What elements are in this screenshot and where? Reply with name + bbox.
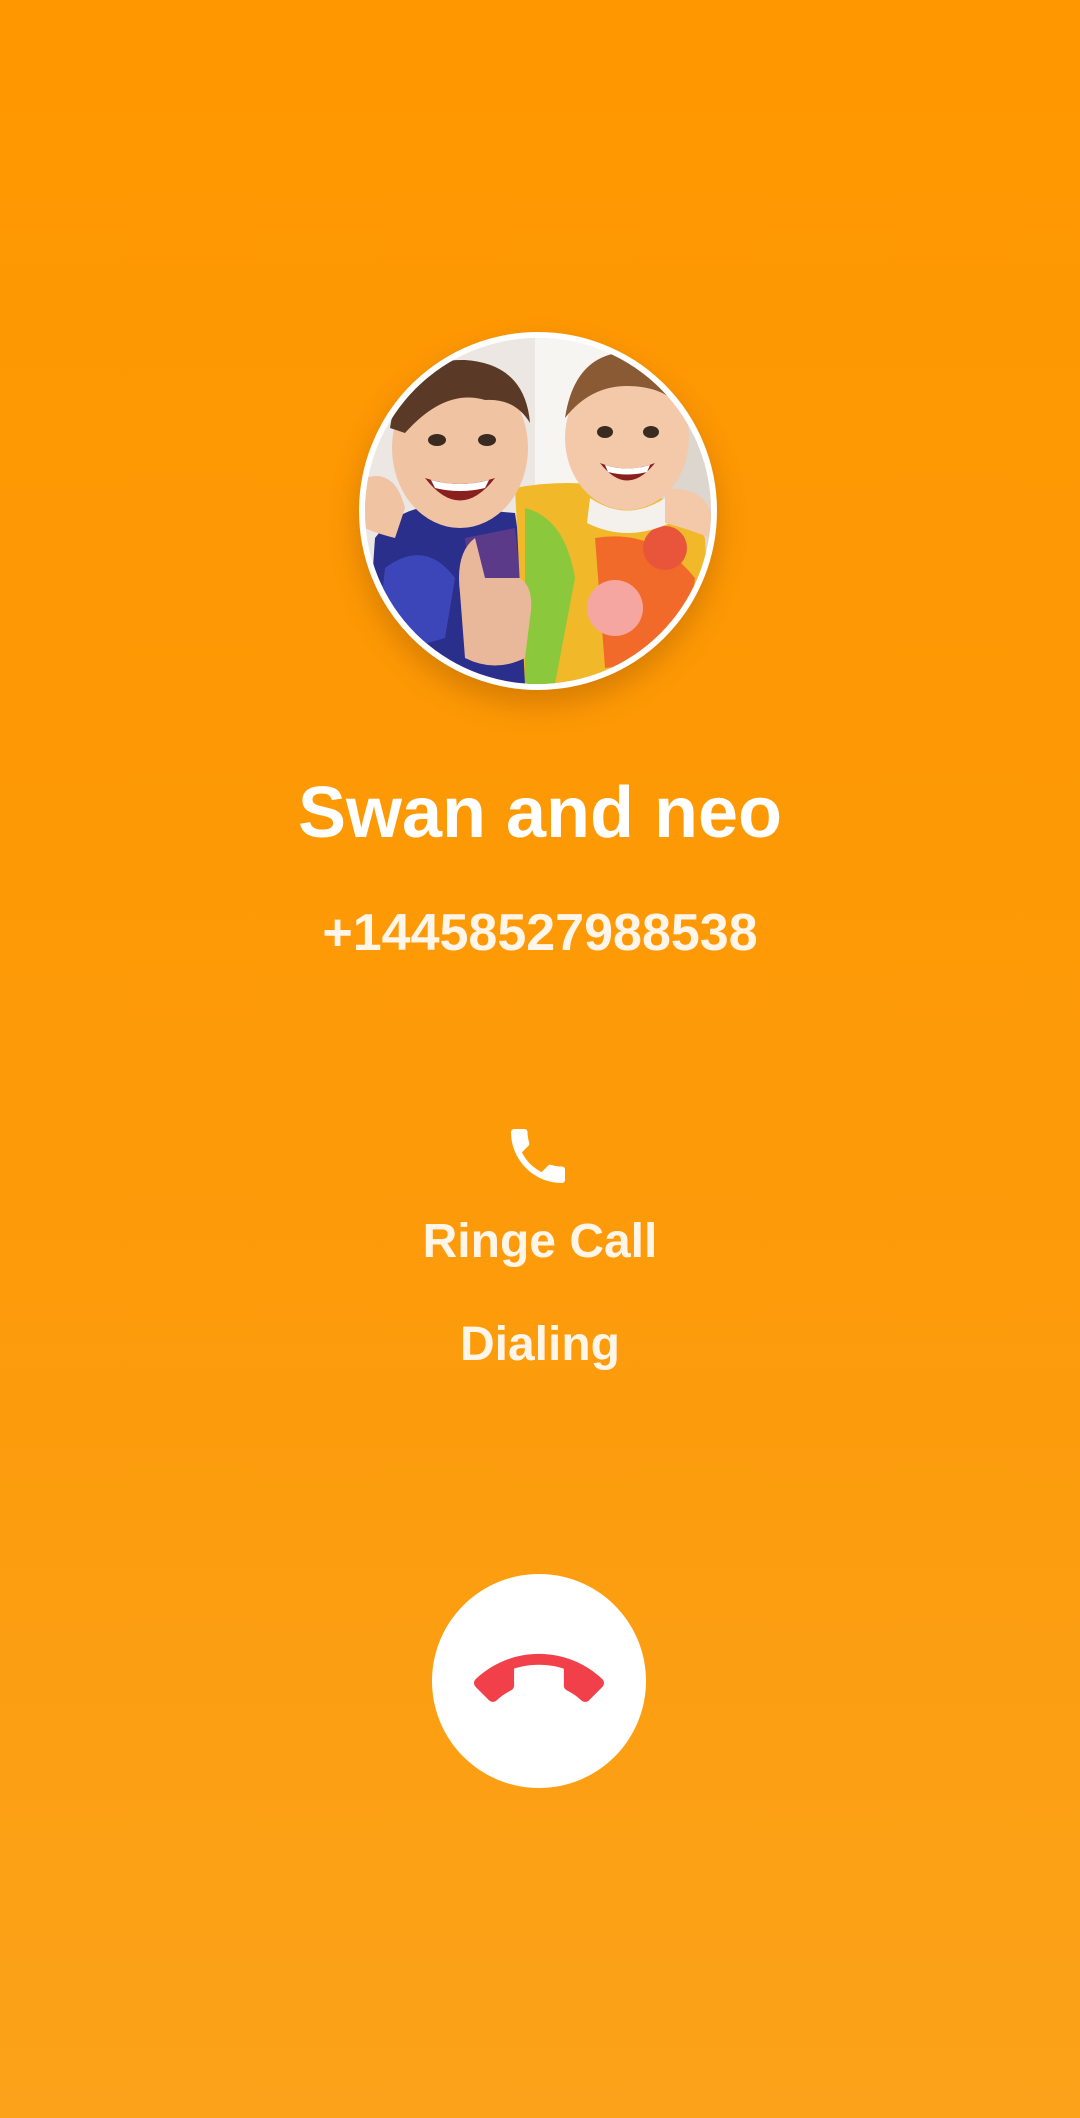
contact-name: Swan and neo: [297, 773, 783, 853]
contact-photo: [365, 338, 711, 684]
call-screen: Swan and neo +14458527988538 Ringe Call …: [0, 0, 1080, 2118]
contact-avatar: [359, 332, 717, 690]
call-type-label: Ringe Call: [422, 1215, 658, 1268]
contact-number: +14458527988538: [322, 904, 758, 962]
end-call-button[interactable]: [432, 1574, 646, 1788]
hang-up-icon: [474, 1653, 604, 1702]
phone-icon: [502, 1120, 574, 1192]
call-status: Dialing: [459, 1318, 620, 1371]
